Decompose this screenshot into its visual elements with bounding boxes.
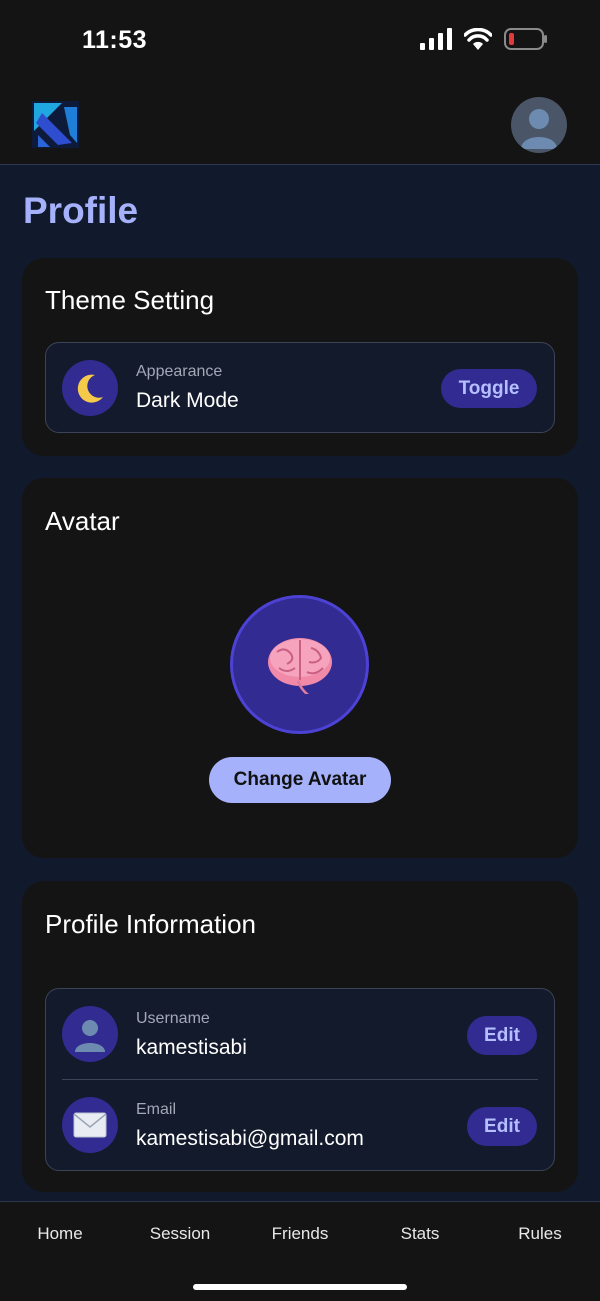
profile-info-box: Username kamestisabi Edit Email kamestis… — [45, 988, 555, 1171]
profile-card-title: Profile Information — [45, 909, 256, 939]
envelope-icon — [62, 1097, 118, 1153]
username-value: kamestisabi — [136, 1036, 247, 1059]
app-header — [0, 84, 600, 165]
email-label: Email — [136, 1101, 177, 1118]
wifi-icon — [464, 28, 492, 50]
nav-item-session[interactable]: Session — [120, 1224, 240, 1244]
brain-icon — [230, 595, 369, 734]
page-title: Profile — [23, 190, 139, 231]
nav-item-home[interactable]: Home — [0, 1224, 120, 1244]
appearance-value: Dark Mode — [136, 389, 239, 412]
user-icon — [62, 1006, 118, 1062]
moon-icon — [62, 360, 118, 416]
edit-username-button[interactable]: Edit — [467, 1016, 537, 1055]
nav-item-rules[interactable]: Rules — [480, 1224, 600, 1244]
nav-item-stats[interactable]: Stats — [360, 1224, 480, 1244]
theme-setting-card: Theme Setting Appearance Dark Mode Toggl… — [22, 258, 578, 456]
battery-icon — [504, 28, 547, 50]
email-value: kamestisabi@gmail.com — [136, 1127, 364, 1150]
appearance-row: Appearance Dark Mode Toggle — [45, 342, 555, 433]
home-indicator[interactable] — [193, 1284, 407, 1290]
row-divider — [62, 1079, 538, 1080]
avatar-card-title: Avatar — [45, 506, 120, 536]
signal-icon — [420, 28, 452, 50]
edit-email-button[interactable]: Edit — [467, 1107, 537, 1146]
username-label: Username — [136, 1010, 210, 1027]
nav-item-friends[interactable]: Friends — [240, 1224, 360, 1244]
status-bar: 11:53 — [0, 0, 600, 84]
status-time: 11:53 — [82, 26, 148, 54]
theme-card-title: Theme Setting — [45, 285, 215, 315]
toggle-theme-button[interactable]: Toggle — [441, 369, 537, 408]
app-logo-icon[interactable] — [32, 101, 79, 148]
user-avatar-icon[interactable] — [511, 97, 567, 153]
bottom-navigation: Home Session Friends Stats Rules — [0, 1201, 600, 1301]
appearance-label: Appearance — [136, 363, 223, 380]
avatar-card: Avatar Change Avatar — [22, 478, 578, 858]
profile-information-card: Profile Information Username kamestisabi… — [22, 881, 578, 1192]
change-avatar-button[interactable]: Change Avatar — [209, 757, 391, 803]
status-icons — [420, 28, 548, 50]
